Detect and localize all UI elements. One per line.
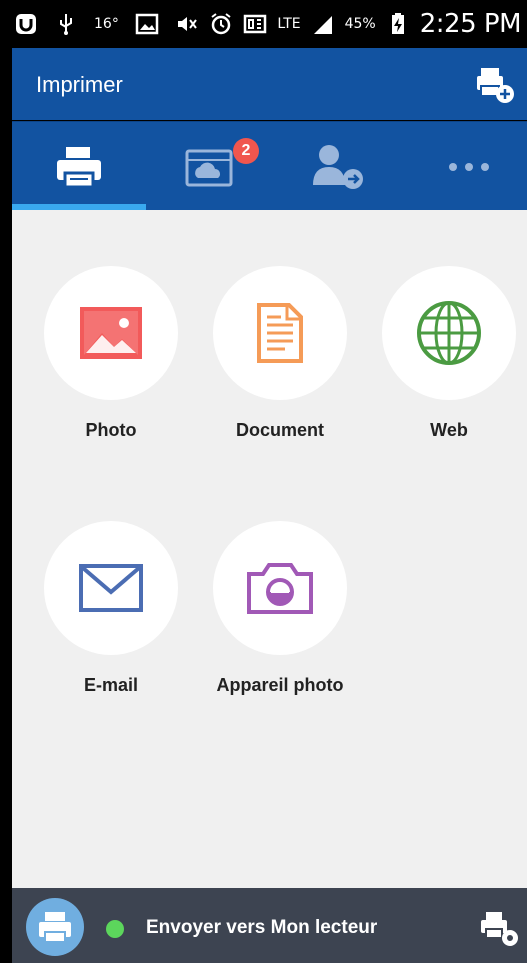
clock-time: 2:25 PM bbox=[419, 9, 522, 39]
tile-document[interactable]: Document bbox=[211, 266, 349, 441]
web-button[interactable] bbox=[382, 266, 516, 400]
printer-avatar[interactable] bbox=[26, 898, 84, 956]
tile-label: Appareil photo bbox=[216, 675, 344, 695]
tile-label: Web bbox=[430, 420, 468, 440]
tile-label: Photo bbox=[85, 420, 137, 440]
tab-bar: 2 bbox=[12, 121, 527, 210]
cloud-gallery-icon bbox=[185, 149, 233, 186]
network-type-text: LTE bbox=[277, 16, 301, 32]
printer-status-dot bbox=[106, 920, 124, 938]
camera-button[interactable] bbox=[213, 521, 347, 655]
document-button[interactable] bbox=[213, 266, 347, 400]
selected-printer-bar[interactable]: Envoyer vers Mon lecteur bbox=[12, 888, 527, 963]
printer-icon bbox=[57, 146, 101, 188]
battery-charging-icon bbox=[391, 13, 404, 34]
print-options-grid: Photo Document Web E-mail Appareil photo bbox=[12, 210, 527, 888]
alarm-icon bbox=[211, 13, 231, 35]
notification-badge: 2 bbox=[233, 138, 259, 164]
signal-icon bbox=[313, 16, 332, 34]
page-title: Imprimer bbox=[36, 72, 123, 97]
gallery-notification-icon bbox=[135, 13, 159, 35]
tile-photo[interactable]: Photo bbox=[42, 266, 180, 441]
tab-contacts[interactable] bbox=[274, 122, 404, 211]
globe-icon bbox=[417, 301, 481, 365]
status-bar: 16° LTE 45% 2:25 PM bbox=[0, 0, 527, 48]
printer-name: Envoyer vers Mon lecteur bbox=[146, 917, 378, 938]
tab-more[interactable] bbox=[404, 122, 527, 211]
tab-cloud[interactable]: 2 bbox=[144, 122, 274, 211]
mute-icon bbox=[178, 17, 198, 31]
temperature-text: 16° bbox=[94, 16, 119, 32]
app-bar: Imprimer bbox=[12, 48, 527, 120]
app-notification-icon bbox=[16, 14, 36, 34]
printer-add-icon[interactable] bbox=[475, 64, 515, 104]
usb-icon bbox=[60, 14, 72, 35]
tile-web[interactable]: Web bbox=[380, 266, 518, 441]
camera-icon bbox=[247, 563, 313, 614]
printer-settings-icon[interactable] bbox=[479, 908, 519, 948]
printer-icon bbox=[39, 912, 71, 943]
document-icon bbox=[257, 303, 303, 363]
tile-label: E-mail bbox=[83, 675, 139, 695]
email-button[interactable] bbox=[44, 521, 178, 655]
tile-email[interactable]: E-mail bbox=[42, 521, 180, 696]
image-icon bbox=[80, 307, 142, 359]
tile-label: Document bbox=[235, 420, 324, 440]
nfc-icon bbox=[244, 14, 267, 34]
person-send-icon bbox=[313, 144, 363, 189]
more-dots-icon bbox=[449, 162, 489, 171]
envelope-icon bbox=[79, 564, 143, 612]
tab-print[interactable] bbox=[14, 122, 144, 211]
photo-button[interactable] bbox=[44, 266, 178, 400]
battery-percent: 45% bbox=[344, 16, 376, 32]
tile-camera[interactable]: Appareil photo bbox=[211, 521, 349, 696]
